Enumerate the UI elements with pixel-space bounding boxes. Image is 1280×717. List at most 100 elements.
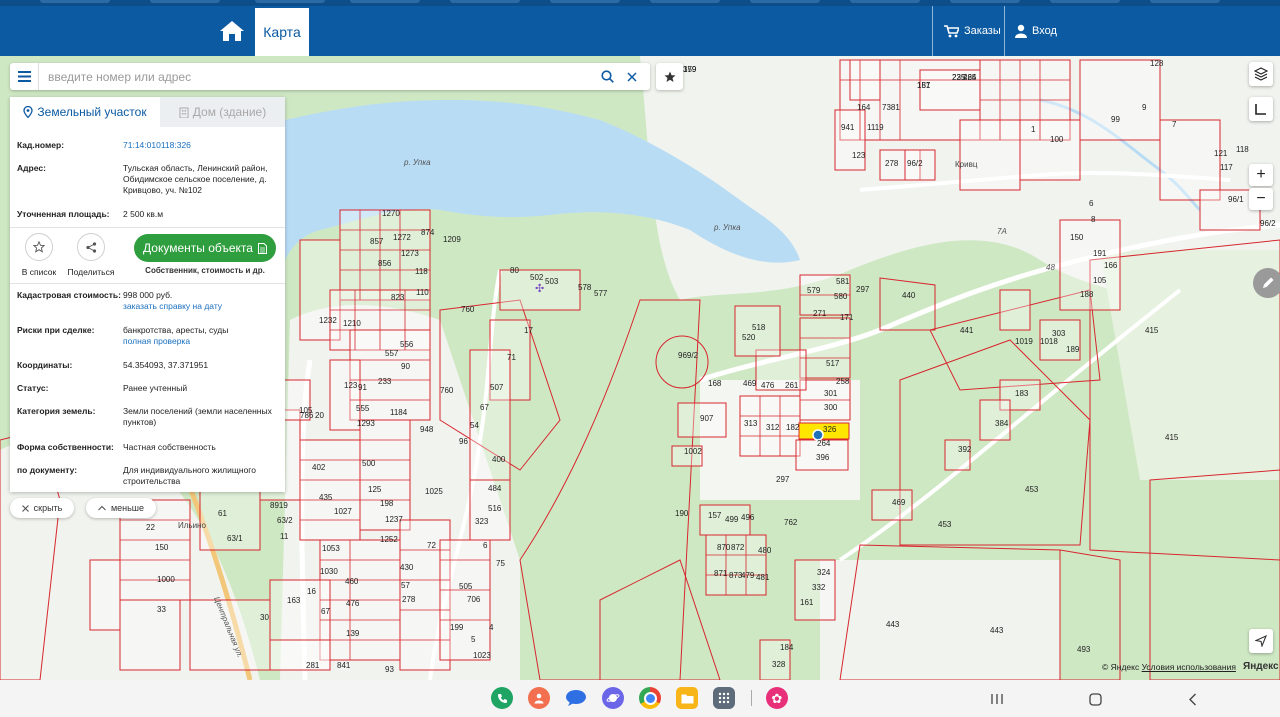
plot-number-label: 182	[786, 423, 800, 432]
tab-map[interactable]: Карта	[255, 8, 309, 56]
documents-button[interactable]: Документы объекта	[134, 234, 276, 262]
back-button[interactable]	[1181, 688, 1203, 710]
home-nav-button[interactable]	[1084, 688, 1106, 710]
share-circle-button[interactable]	[77, 233, 105, 261]
documents-subtitle: Собственник, стоимость и др.	[145, 266, 265, 275]
plot-number-label: 499	[725, 515, 739, 524]
plot-number-label: 161	[800, 598, 814, 607]
messages-app-icon[interactable]	[565, 687, 587, 709]
plot-number-label: 67	[480, 403, 489, 412]
ruler-button[interactable]	[1249, 97, 1273, 121]
plot-number-label: 396	[816, 453, 830, 462]
plot-number-label: 312	[766, 423, 780, 432]
tab-land-plot[interactable]: Земельный участок	[10, 97, 160, 127]
plot-number-label: 125	[368, 485, 382, 494]
locate-button[interactable]	[1249, 629, 1273, 653]
files-app-icon[interactable]	[676, 687, 698, 709]
plot-number-label: 706	[467, 595, 481, 604]
home-button[interactable]	[212, 6, 252, 56]
order-certificate-link[interactable]: заказать справку на дату	[123, 301, 273, 312]
zoom-in-button[interactable]: +	[1249, 164, 1273, 186]
home-square-icon	[1088, 692, 1102, 706]
cadastral-number-value[interactable]: 71:14:010118:326	[123, 140, 273, 151]
cadastral-cost-label: Кадастровая стоимость:	[17, 290, 121, 300]
zoom-out-button[interactable]: −	[1249, 188, 1273, 210]
plot-number-label: 484	[488, 484, 502, 493]
plot-number-label: 75	[496, 559, 505, 568]
divider	[10, 227, 285, 228]
login-link[interactable]: Вход	[1015, 6, 1057, 56]
chat-bubble-icon	[566, 690, 586, 706]
share-icon	[85, 241, 96, 253]
plot-number-label: 184	[780, 643, 794, 652]
share-button[interactable]: Поделиться	[56, 233, 126, 277]
tab-house[interactable]: Дом (здание)	[160, 97, 285, 127]
edit-button[interactable]	[1253, 268, 1280, 298]
plot-number-label: 297	[856, 285, 870, 294]
search-button[interactable]	[595, 63, 619, 90]
plot-number-label: 190	[675, 509, 689, 518]
plot-number-label: 1273	[401, 249, 419, 258]
orders-link[interactable]: Заказы	[944, 6, 1001, 56]
plot-number-label: 328	[772, 660, 786, 669]
plot-number-label: 57	[401, 581, 410, 590]
plot-number-label: 233	[378, 377, 392, 386]
copyright-text: © Яндекс	[1102, 662, 1140, 672]
search-icon	[600, 70, 614, 83]
clear-button[interactable]	[620, 63, 644, 90]
plot-number-label: 80	[510, 266, 519, 275]
collapse-panel-button[interactable]: меньше	[86, 498, 156, 518]
recents-button[interactable]	[986, 688, 1008, 710]
cadastral-number-label: Кад.номер:	[17, 140, 65, 150]
close-icon	[21, 504, 29, 512]
flower-icon: ✿	[771, 690, 783, 706]
ownership-value: Частная собственность	[123, 442, 216, 452]
plot-number-label: 9	[1142, 103, 1147, 112]
plot-number-label: 7	[1172, 120, 1177, 129]
terms-link[interactable]: Условия использования	[1142, 662, 1236, 672]
plot-number-label: 441	[960, 326, 974, 335]
plot-number-label: 440	[902, 291, 916, 300]
add-to-list-label: В список	[21, 267, 57, 277]
plot-number-label: 469	[892, 498, 906, 507]
star-outline-button[interactable]	[25, 233, 53, 261]
full-check-link[interactable]: полная проверка	[123, 336, 273, 347]
plot-number-label: 469	[743, 379, 757, 388]
yandex-logo: Яндекс	[1243, 661, 1279, 672]
phone-app-icon[interactable]	[491, 687, 513, 709]
plot-number-label: 96/1	[1228, 195, 1244, 204]
plot-number-label: 121	[1214, 149, 1228, 158]
plot-number-label: 91	[358, 383, 367, 392]
plot-number-label: 402	[312, 463, 326, 472]
recents-icon	[991, 694, 1003, 704]
plot-number-label: 392	[958, 445, 972, 454]
search-bar	[10, 63, 650, 90]
layers-button[interactable]	[1249, 62, 1273, 86]
plot-number-label: 969/2	[678, 351, 699, 360]
favorites-button[interactable]	[656, 63, 683, 90]
plot-number-label: 63/1	[227, 534, 243, 543]
address-value: Тульская область, Ленинский район, Обиди…	[123, 163, 268, 195]
less-label: меньше	[110, 503, 145, 513]
all-apps-icon[interactable]	[713, 687, 735, 709]
plot-number-label: 326	[823, 425, 837, 434]
hide-panel-button[interactable]: скрыть	[10, 498, 74, 518]
plot-number-label: 278	[402, 595, 416, 604]
menu-button[interactable]	[10, 63, 39, 90]
user-icon	[1015, 24, 1027, 38]
chrome-app-icon[interactable]	[639, 687, 661, 709]
area-label: Уточненная площадь:	[17, 209, 110, 219]
internet-app-icon[interactable]	[602, 687, 624, 709]
plot-number-label: 179	[683, 65, 697, 74]
ruler-icon	[1255, 104, 1266, 115]
contacts-app-icon[interactable]	[528, 687, 550, 709]
flower-app-icon[interactable]: ✿	[766, 687, 788, 709]
plot-number-label: 481	[756, 573, 770, 582]
plot-number-label: 1019	[1015, 337, 1033, 346]
plot-number-label: 17	[524, 326, 533, 335]
folder-icon	[681, 694, 693, 703]
plot-number-label: 857	[370, 237, 384, 246]
place-name-label: р. Упка	[713, 223, 741, 232]
search-input[interactable]	[46, 66, 590, 88]
layers-icon	[1254, 67, 1268, 81]
